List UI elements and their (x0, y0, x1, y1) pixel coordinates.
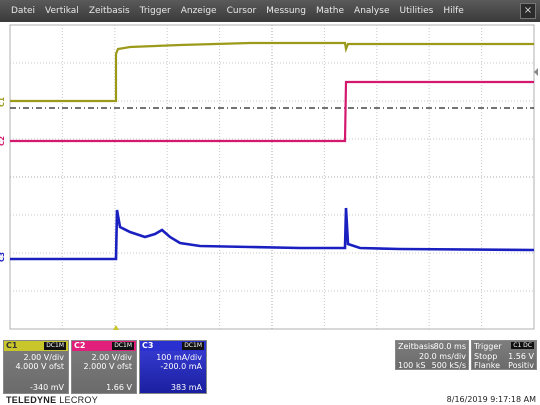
trigger-slope: Positiv (508, 361, 534, 370)
waveform-display[interactable]: C1 C2 C3 (0, 22, 540, 332)
trigger-title: Trigger (474, 342, 502, 351)
channel-c1-scale: 2.00 V/div (23, 353, 64, 362)
channel-c1-tag: C1 (6, 341, 18, 350)
trace-c3 (10, 207, 535, 261)
channel-markers: C1 C2 C3 (0, 97, 6, 262)
trace-c2 (10, 80, 534, 143)
menu-mathe[interactable]: Mathe (311, 0, 349, 22)
channel-c3-header: C3 DC1M (140, 341, 206, 351)
channel-c3-box[interactable]: C3 DC1M 100 mA/div -200.0 mA 383 mA (139, 340, 207, 394)
trigger-type: Flanke (474, 361, 501, 370)
info-panel: C1 DC1M 2.00 V/div 4.000 V ofst -340 mV … (0, 332, 540, 405)
timebase-per-div: 20.0 ms/div (418, 352, 466, 361)
channel-c1-box[interactable]: C1 DC1M 2.00 V/div 4.000 V ofst -340 mV (3, 340, 69, 394)
menu-zeitbasis[interactable]: Zeitbasis (84, 0, 135, 22)
channel-c3-offset: -200.0 mA (160, 362, 202, 371)
channel-c3-tag: C3 (142, 341, 154, 350)
channel-c1-value: -340 mV (30, 383, 64, 392)
close-icon[interactable]: × (520, 3, 536, 19)
channel-c2-header: C2 DC1M (72, 341, 136, 351)
timebase-title: Zeitbasis (398, 342, 435, 351)
menu-bar: Datei Vertikal Zeitbasis Trigger Anzeige… (0, 0, 540, 22)
channel-c3-value: 383 mA (170, 383, 202, 392)
channel-c3-scale: 100 mA/div (156, 353, 202, 362)
menu-cursor[interactable]: Cursor (222, 0, 262, 22)
channel-c2-box[interactable]: C2 DC1M 2.00 V/div 2.000 V ofst 1.66 V (71, 340, 137, 394)
timebase-rate: 500 kS/s (431, 361, 466, 370)
menu-datei[interactable]: Datei (6, 0, 40, 22)
menu-vertikal[interactable]: Vertikal (40, 0, 84, 22)
trigger-level-marker (534, 68, 538, 76)
menu-hilfe[interactable]: Hilfe (438, 0, 468, 22)
brand-name-bold: TELEDYNE (6, 395, 57, 405)
trigger-box[interactable]: Trigger C1 DC Stopp 1.56 V Flanke Positi… (471, 340, 537, 370)
menu-messung[interactable]: Messung (261, 0, 311, 22)
timebase-box[interactable]: Zeitbasis -80.0 ms 20.0 ms/div 100 kS 50… (395, 340, 469, 370)
menu-analyse[interactable]: Analyse (349, 0, 394, 22)
timebase-samples: 100 kS (398, 361, 426, 370)
c2-marker: C2 (0, 136, 6, 146)
channel-c1-offset: 4.000 V ofst (15, 362, 64, 371)
channel-c2-value: 1.66 V (106, 383, 132, 392)
datetime-stamp: 8/16/2019 9:17:18 AM (446, 395, 536, 404)
trace-c1 (10, 41, 534, 103)
channel-c3-coupling: DC1M (182, 342, 204, 350)
menu-utilities[interactable]: Utilities (394, 0, 438, 22)
timebase-delay: -80.0 ms (430, 342, 466, 351)
waveform-grid: C1 C2 C3 (0, 24, 538, 330)
trigger-source: C1 DC (511, 342, 534, 349)
channel-c2-scale: 2.00 V/div (91, 353, 132, 362)
channel-c1-header: C1 DC1M (4, 341, 68, 351)
channel-c2-offset: 2.000 V ofst (83, 362, 132, 371)
channel-c2-tag: C2 (74, 341, 86, 350)
menu-trigger[interactable]: Trigger (135, 0, 176, 22)
brand-name-rest: LECROY (56, 395, 99, 405)
channel-c2-coupling: DC1M (112, 342, 134, 350)
trigger-mode: Stopp (474, 352, 498, 361)
menu-anzeige[interactable]: Anzeige (176, 0, 222, 22)
trigger-time-marker (113, 325, 119, 330)
channel-c1-coupling: DC1M (44, 342, 66, 350)
graticule (9, 24, 535, 330)
trigger-level: 1.56 V (508, 352, 534, 361)
c3-marker: C3 (0, 252, 6, 262)
brand-logo: TELEDYNE LECROY (6, 395, 98, 405)
c1-marker: C1 (0, 97, 6, 107)
